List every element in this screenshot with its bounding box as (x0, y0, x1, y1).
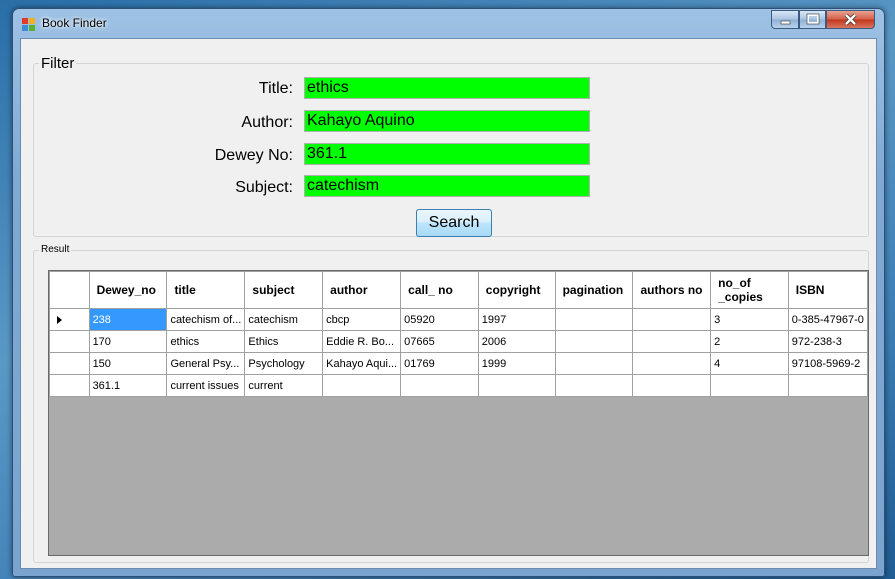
table-cell[interactable] (632, 352, 712, 375)
table-cell[interactable]: Eddie R. Bo... (322, 330, 402, 353)
table-cell[interactable]: 150 (88, 352, 168, 375)
table-cell[interactable]: General Psy... (166, 352, 246, 375)
author-input[interactable]: Kahayo Aquino (304, 110, 590, 132)
table-cell[interactable] (477, 374, 556, 397)
search-button[interactable]: Search (416, 209, 492, 237)
table-cell[interactable] (554, 374, 634, 397)
book-finder-window: Book Finder Filter Title: ethics Author:… (12, 8, 885, 577)
table-cell[interactable]: Ethics (244, 330, 324, 353)
column-header-copyright[interactable]: copyright (477, 271, 556, 309)
column-header-no-of-copies[interactable]: no_of _copies (710, 271, 789, 309)
column-header-subject[interactable]: subject (244, 271, 324, 309)
dewey-no-input[interactable]: 361.1 (304, 143, 590, 165)
table-cell[interactable] (710, 374, 789, 397)
row-header-cell[interactable] (49, 374, 90, 397)
results-table: Dewey_no title subject author call_ no c… (49, 271, 868, 397)
table-cell[interactable]: 05920 (400, 308, 479, 331)
table-cell[interactable] (554, 352, 634, 375)
close-button[interactable] (826, 10, 875, 29)
column-header-title[interactable]: title (166, 271, 246, 309)
column-header-author[interactable]: author (322, 271, 402, 309)
table-cell[interactable]: cbcp (322, 308, 402, 331)
table-cell[interactable]: 238 (88, 308, 168, 331)
title-bar[interactable]: Book Finder (13, 9, 884, 37)
table-cell[interactable] (554, 330, 634, 353)
table-cell[interactable]: catechism (244, 308, 324, 331)
table-row[interactable]: 170 ethics Ethics Eddie R. Bo... 07665 2… (49, 330, 868, 353)
client-area: Filter Title: ethics Author: Kahayo Aqui… (20, 38, 877, 569)
column-header-pagination[interactable]: pagination (554, 271, 634, 309)
author-label: Author: (241, 114, 293, 131)
table-cell[interactable]: 97108-5969-2 (787, 352, 868, 375)
dewey-no-label: Dewey No: (214, 147, 293, 164)
minimize-icon (780, 20, 791, 25)
table-cell[interactable]: current issues (166, 374, 246, 397)
table-row[interactable]: 150 General Psy... Psychology Kahayo Aqu… (49, 352, 868, 375)
window-title: Book Finder (42, 16, 107, 30)
table-cell[interactable]: 1997 (477, 308, 556, 331)
app-icon (22, 18, 35, 31)
row-header-cell[interactable] (49, 352, 90, 375)
row-header-cell[interactable] (49, 330, 90, 353)
table-cell[interactable]: 170 (88, 330, 168, 353)
table-cell[interactable]: Kahayo Aqui... (322, 352, 402, 375)
subject-label: Subject: (235, 179, 293, 196)
table-cell[interactable]: 1999 (477, 352, 556, 375)
maximize-icon (806, 13, 820, 25)
results-grid[interactable]: Dewey_no title subject author call_ no c… (48, 270, 869, 556)
maximize-button[interactable] (799, 10, 826, 29)
table-cell[interactable] (322, 374, 402, 397)
table-cell[interactable]: 972-238-3 (787, 330, 868, 353)
column-header-isbn[interactable]: ISBN (787, 271, 868, 309)
table-cell[interactable]: 2 (710, 330, 789, 353)
table-cell[interactable] (632, 330, 712, 353)
minimize-button[interactable] (771, 10, 799, 29)
table-cell[interactable]: 361.1 (88, 374, 168, 397)
table-cell[interactable] (554, 308, 634, 331)
table-cell[interactable]: 01769 (400, 352, 479, 375)
table-cell[interactable]: catechism of... (166, 308, 246, 331)
title-label: Title: (258, 80, 293, 97)
result-legend: Result (39, 244, 72, 255)
table-cell[interactable]: 3 (710, 308, 789, 331)
row-header-cell[interactable] (49, 308, 90, 331)
filter-legend: Filter (39, 55, 77, 72)
table-cell[interactable]: ethics (166, 330, 246, 353)
table-cell[interactable]: 07665 (400, 330, 479, 353)
table-cell[interactable]: current (244, 374, 324, 397)
title-input[interactable]: ethics (304, 77, 590, 99)
table-cell[interactable] (400, 374, 479, 397)
table-cell[interactable]: 4 (710, 352, 789, 375)
column-header-dewey-no[interactable]: Dewey_no (88, 271, 168, 309)
table-cell[interactable]: 2006 (477, 330, 556, 353)
table-cell[interactable] (632, 308, 712, 331)
subject-input[interactable]: catechism (304, 175, 590, 197)
header-row: Dewey_no title subject author call_ no c… (49, 271, 868, 309)
close-icon (844, 13, 857, 26)
table-cell[interactable] (632, 374, 712, 397)
column-header-authors-no[interactable]: authors no (632, 271, 712, 309)
table-cell[interactable]: Psychology (244, 352, 324, 375)
column-header-call-no[interactable]: call_ no (400, 271, 479, 309)
corner-header-cell[interactable] (49, 271, 90, 309)
table-row[interactable]: 238 catechism of... catechism cbcp 05920… (49, 308, 868, 331)
table-row[interactable]: 361.1 current issues current (49, 374, 868, 397)
table-cell[interactable] (787, 374, 868, 397)
current-row-arrow-icon (57, 315, 62, 324)
table-cell[interactable]: 0-385-47967-0 (787, 308, 868, 331)
